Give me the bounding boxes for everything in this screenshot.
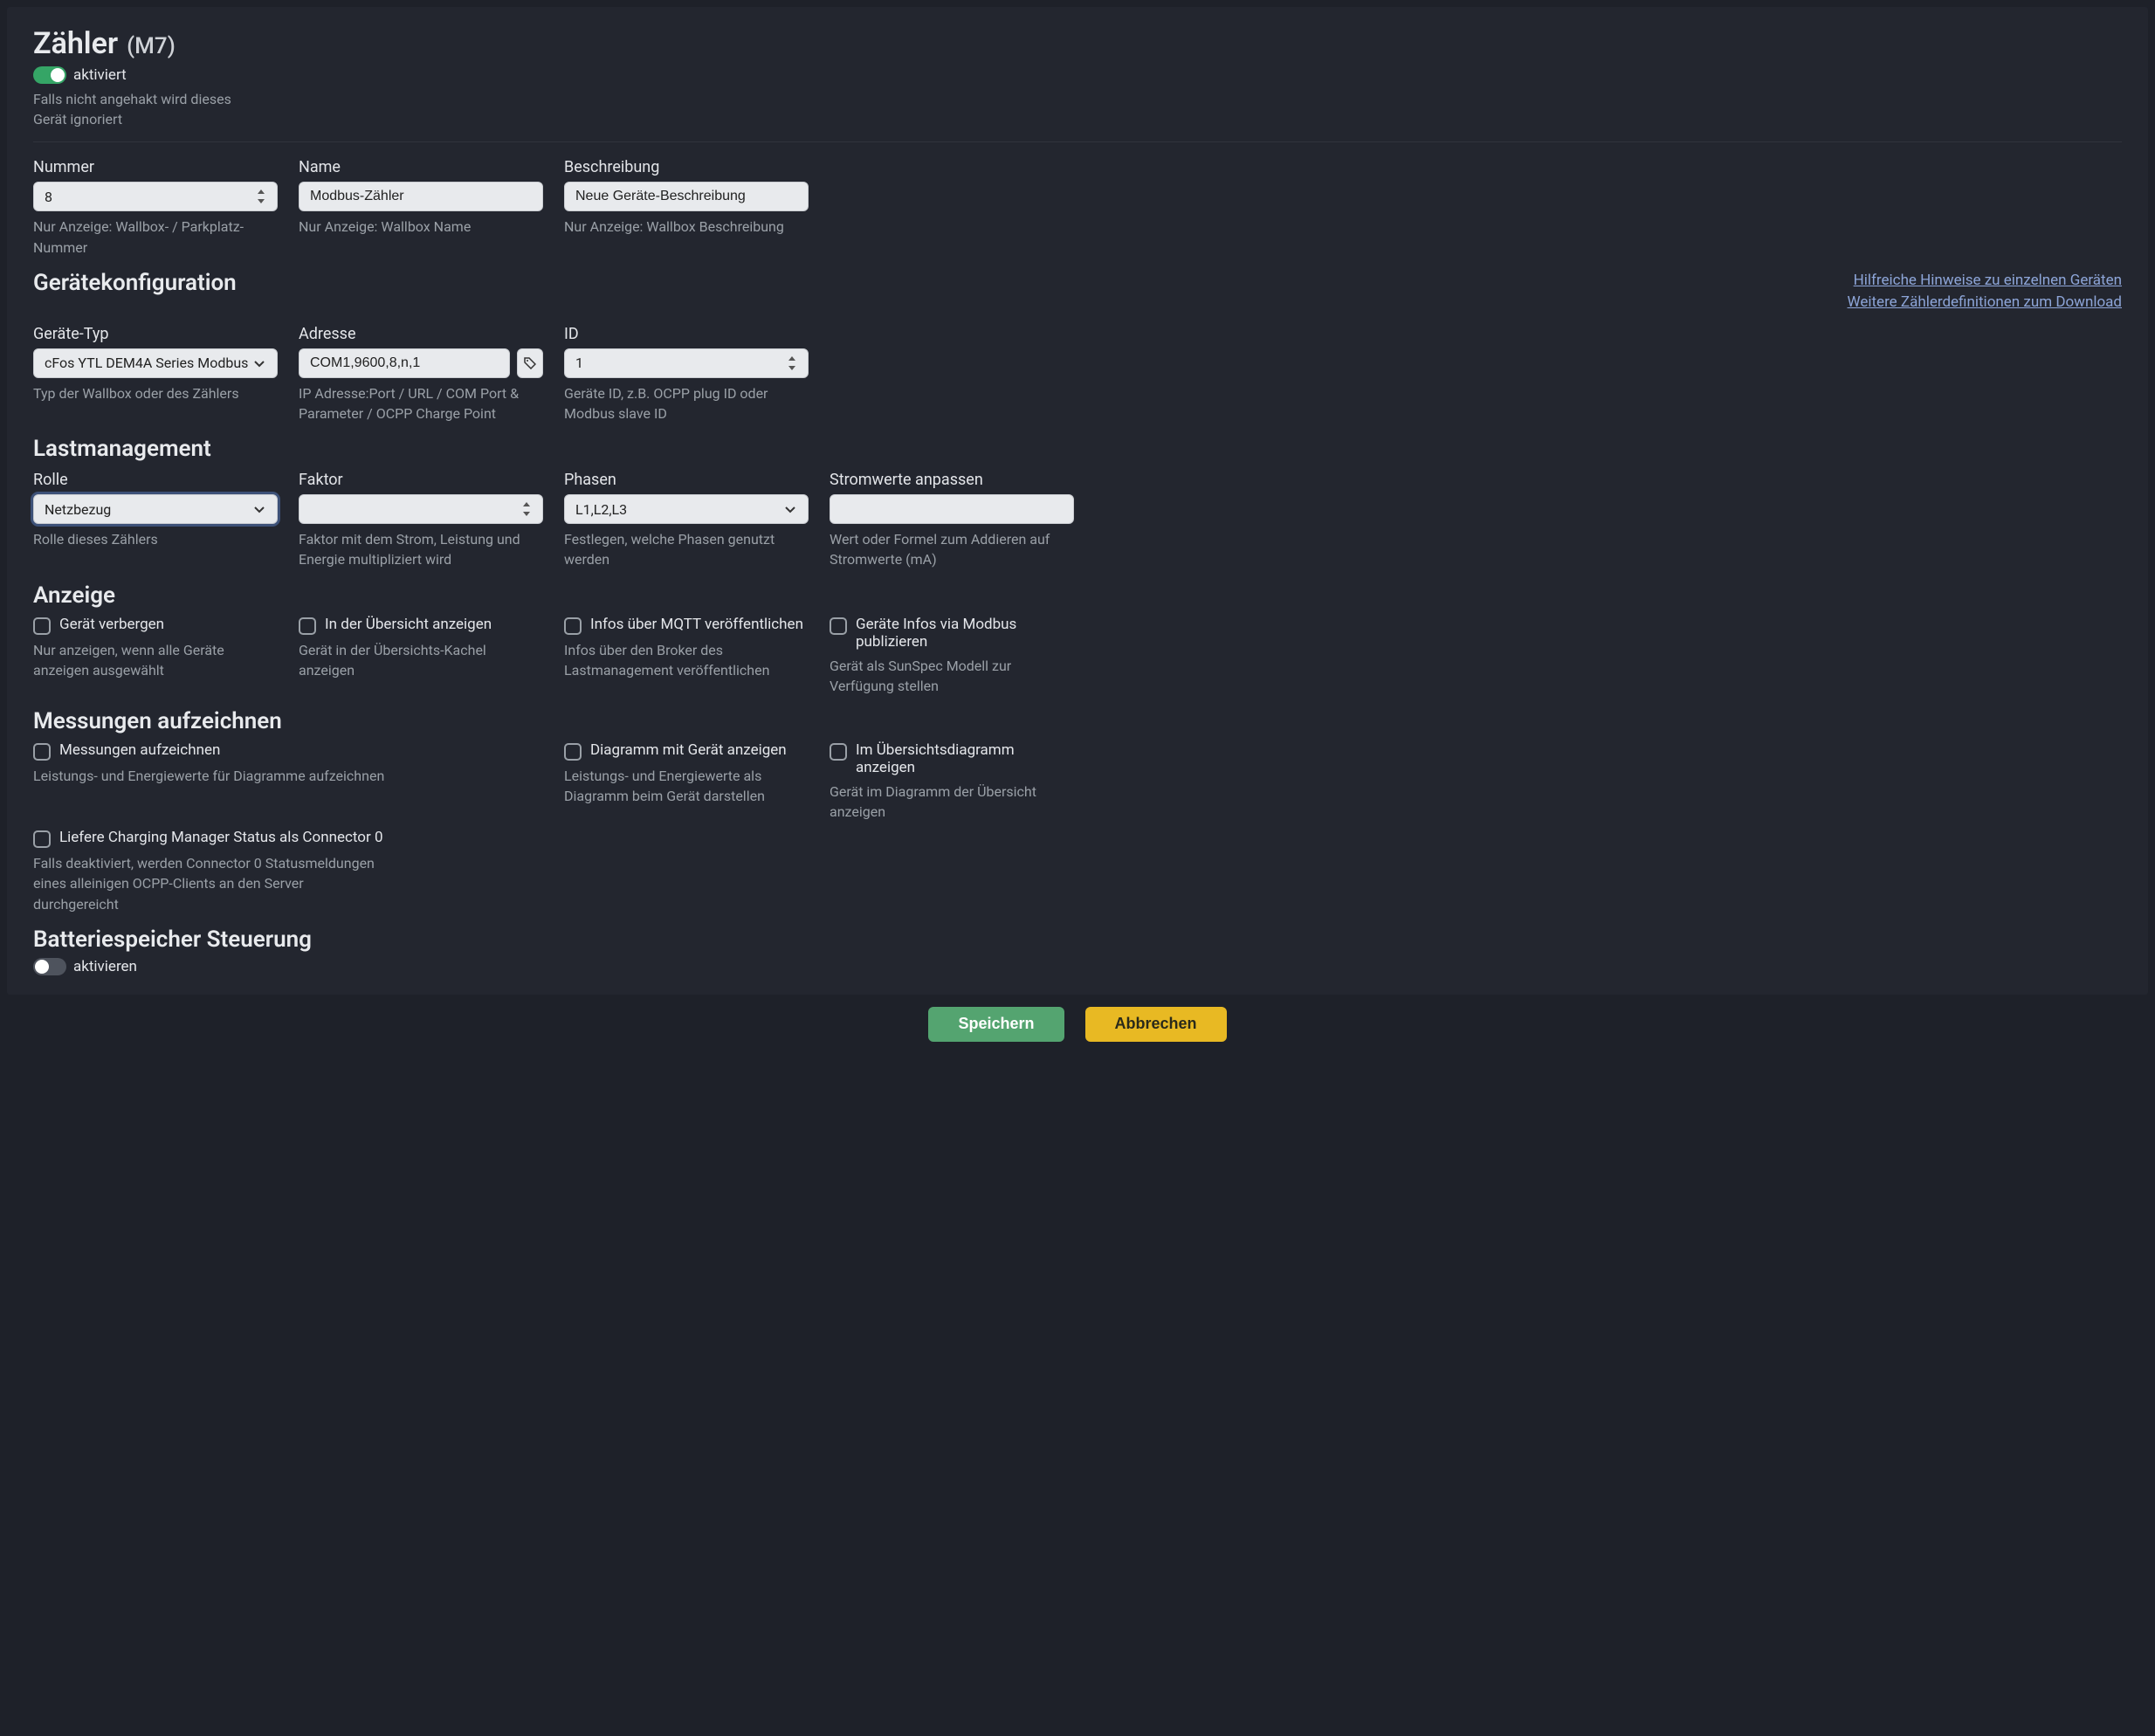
mqtt-publish-label: Infos über MQTT veröffentlichen — [590, 616, 803, 633]
battery-activate-toggle[interactable] — [33, 958, 66, 975]
device-settings-panel: Zähler (M7) aktiviert Falls nicht angeha… — [7, 7, 2148, 995]
connector0-checkbox[interactable] — [33, 830, 51, 848]
overview-diagram-label: Im Übersichtsdiagramm anzeigen — [856, 741, 1074, 776]
factor-stepper[interactable] — [299, 494, 543, 524]
panel-title: Zähler — [33, 26, 118, 61]
enabled-label: aktiviert — [73, 66, 127, 84]
role-label: Rolle — [33, 471, 278, 489]
save-button[interactable]: Speichern — [928, 1007, 1064, 1042]
connector0-help: Falls deaktiviert, werden Connector 0 St… — [33, 853, 382, 914]
overview-diagram-checkbox[interactable] — [830, 743, 847, 761]
adjust-label: Stromwerte anpassen — [830, 471, 1074, 489]
help-links: Hilfreiche Hinweise zu einzelnen Geräten… — [1848, 270, 2122, 314]
name-label: Name — [299, 158, 543, 176]
enabled-toggle[interactable] — [33, 66, 66, 84]
record-checkbox[interactable] — [33, 743, 51, 761]
modbus-publish-help: Gerät als SunSpec Modell zur Verfügung s… — [830, 656, 1074, 696]
mqtt-publish-help: Infos über den Broker des Lastmanagement… — [564, 640, 809, 680]
show-overview-help: Gerät in der Übersichts-Kachel anzeigen — [299, 640, 543, 680]
diagram-label: Diagramm mit Gerät anzeigen — [590, 741, 787, 759]
panel-title-row: Zähler (M7) — [33, 26, 2122, 61]
name-help: Nur Anzeige: Wallbox Name — [299, 217, 543, 237]
address-label: Adresse — [299, 325, 543, 343]
adjust-input[interactable] — [830, 494, 1074, 524]
desc-help: Nur Anzeige: Wallbox Beschreibung — [564, 217, 809, 237]
desc-label: Beschreibung — [564, 158, 809, 176]
show-overview-label: In der Übersicht anzeigen — [325, 616, 492, 633]
connector0-label: Liefere Charging Manager Status als Conn… — [59, 829, 383, 846]
number-label: Nummer — [33, 158, 278, 176]
show-overview-checkbox[interactable] — [299, 617, 316, 635]
chevron-down-icon — [252, 356, 266, 370]
chevron-down-icon — [783, 502, 797, 516]
number-help: Nur Anzeige: Wallbox- / Parkplatz-Nummer — [33, 217, 278, 257]
phases-select[interactable]: L1,L2,L3 — [564, 494, 809, 524]
stepper-icon — [521, 501, 532, 517]
stepper-icon — [787, 355, 797, 371]
cancel-button[interactable]: Abbrechen — [1085, 1007, 1227, 1042]
device-type-help: Typ der Wallbox oder des Zählers — [33, 383, 278, 403]
address-help: IP Adresse:Port / URL / COM Port & Param… — [299, 383, 543, 424]
enabled-help: Falls nicht angehakt wird dieses Gerät i… — [33, 89, 260, 129]
diagram-help: Leistungs- und Energiewerte als Diagramm… — [564, 766, 809, 806]
link-meter-defs[interactable]: Weitere Zählerdefinitionen zum Download — [1848, 293, 2122, 311]
battery-activate-label: aktivieren — [73, 958, 137, 975]
diagram-checkbox[interactable] — [564, 743, 582, 761]
overview-diagram-help: Gerät im Diagramm der Übersicht anzeigen — [830, 782, 1074, 822]
device-type-label: Geräte-Typ — [33, 325, 278, 343]
display-heading: Anzeige — [33, 582, 2122, 609]
phases-help: Festlegen, welche Phasen genutzt werden — [564, 529, 809, 569]
stepper-icon — [256, 189, 266, 204]
factor-help: Faktor mit dem Strom, Leistung und Energ… — [299, 529, 543, 569]
tag-icon — [524, 357, 536, 369]
device-type-select[interactable]: cFos YTL DEM4A Series Modbus — [33, 348, 278, 378]
device-config-heading: Gerätekonfiguration — [33, 270, 237, 296]
address-tag-button[interactable] — [517, 348, 543, 378]
link-device-hints[interactable]: Hilfreiche Hinweise zu einzelnen Geräten — [1854, 272, 2122, 289]
chevron-down-icon — [252, 502, 266, 516]
factor-label: Faktor — [299, 471, 543, 489]
role-select[interactable]: Netzbezug — [33, 494, 278, 524]
id-label: ID — [564, 325, 809, 343]
hide-device-help: Nur anzeigen, wenn alle Geräte anzeigen … — [33, 640, 278, 680]
phases-label: Phasen — [564, 471, 809, 489]
modbus-publish-label: Geräte Infos via Modbus publizieren — [856, 616, 1074, 651]
battery-heading: Batteriespeicher Steuerung — [33, 927, 2122, 953]
record-help: Leistungs- und Energiewerte für Diagramm… — [33, 766, 543, 786]
recordings-heading: Messungen aufzeichnen — [33, 708, 2122, 734]
mqtt-publish-checkbox[interactable] — [564, 617, 582, 635]
hide-device-label: Gerät verbergen — [59, 616, 164, 633]
name-input[interactable] — [299, 182, 543, 211]
hide-device-checkbox[interactable] — [33, 617, 51, 635]
panel-title-suffix: (M7) — [127, 33, 176, 59]
adjust-help: Wert oder Formel zum Addieren auf Stromw… — [830, 529, 1074, 569]
role-help: Rolle dieses Zählers — [33, 529, 278, 549]
id-help: Geräte ID, z.B. OCPP plug ID oder Modbus… — [564, 383, 809, 424]
record-label: Messungen aufzeichnen — [59, 741, 220, 759]
divider — [33, 141, 2122, 142]
number-stepper[interactable]: 8 — [33, 182, 278, 211]
desc-input[interactable] — [564, 182, 809, 211]
id-stepper[interactable]: 1 — [564, 348, 809, 378]
modbus-publish-checkbox[interactable] — [830, 617, 847, 635]
load-mgmt-heading: Lastmanagement — [33, 436, 2122, 462]
address-input[interactable] — [299, 348, 510, 378]
footer: Speichern Abbrechen — [0, 995, 2155, 1059]
